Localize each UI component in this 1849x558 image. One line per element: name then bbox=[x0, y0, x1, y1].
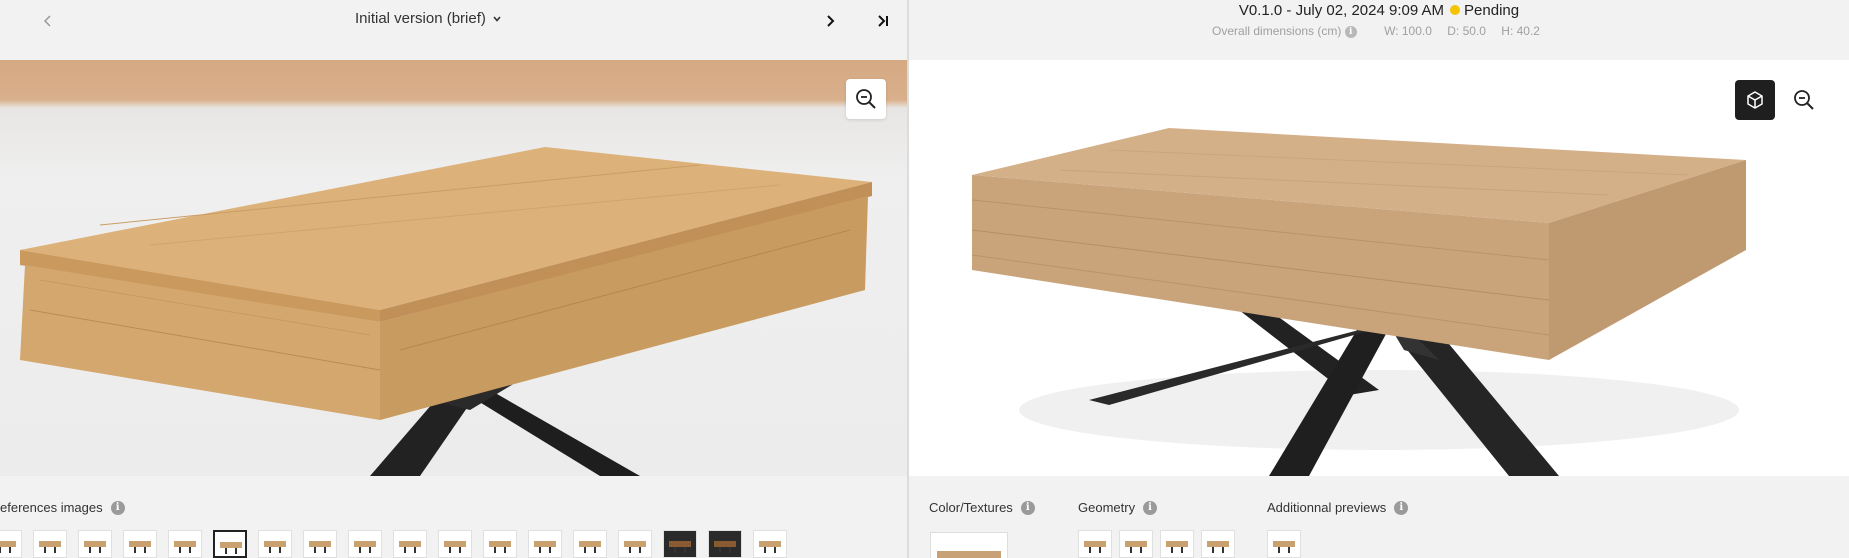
last-button[interactable] bbox=[870, 8, 896, 34]
zoom-out-icon bbox=[856, 89, 876, 109]
dimensions-info: Overall dimensions (cm) i W: 100.0 D: 50… bbox=[909, 24, 1849, 38]
reference-thumbnail[interactable] bbox=[393, 530, 427, 558]
geometry-label: Geometry bbox=[1078, 500, 1136, 515]
reference-thumbnail[interactable] bbox=[438, 530, 472, 558]
model-viewer[interactable] bbox=[909, 60, 1849, 476]
status-badge: Pending bbox=[1464, 2, 1520, 19]
reference-thumbnail[interactable] bbox=[33, 530, 67, 558]
chevron-down-icon bbox=[493, 15, 501, 22]
geometry-thumbnail[interactable] bbox=[1119, 530, 1153, 558]
reference-toolbar: Initial version (brief) bbox=[0, 0, 907, 60]
geometry-thumbnail[interactable] bbox=[1201, 530, 1235, 558]
width-value: W: 100.0 bbox=[1384, 24, 1432, 38]
geometry-section-label: Geometry i bbox=[1078, 500, 1158, 515]
reference-table-image bbox=[20, 147, 872, 476]
skip-last-icon bbox=[878, 15, 888, 27]
geometry-thumbnail[interactable] bbox=[1160, 530, 1194, 558]
geometry-thumbnail[interactable] bbox=[1078, 530, 1112, 558]
reference-thumbnail[interactable] bbox=[618, 530, 652, 558]
zoom-button[interactable] bbox=[846, 79, 886, 119]
reference-thumbnail[interactable] bbox=[213, 530, 247, 558]
depth-value: D: 50.0 bbox=[1447, 24, 1486, 38]
additional-preview-thumbnail[interactable] bbox=[1267, 530, 1301, 558]
dimensions-label: Overall dimensions (cm) bbox=[1212, 24, 1342, 38]
reference-thumbnail[interactable] bbox=[753, 530, 787, 558]
zoom-out-icon bbox=[1794, 90, 1814, 110]
reference-thumbnail[interactable] bbox=[483, 530, 517, 558]
reference-thumbnail[interactable] bbox=[303, 530, 337, 558]
reference-image-viewer[interactable] bbox=[0, 60, 907, 476]
info-icon[interactable]: i bbox=[1394, 500, 1409, 515]
reference-thumbnail[interactable] bbox=[258, 530, 292, 558]
previous-button[interactable] bbox=[35, 8, 61, 34]
version-dropdown-label: Initial version (brief) bbox=[355, 10, 486, 27]
additional-previews-section-label: Additionnal previews i bbox=[1267, 500, 1409, 515]
additional-previews-label: Additionnal previews bbox=[1267, 500, 1387, 515]
references-label-text: eferences images bbox=[0, 500, 103, 515]
cube-icon bbox=[1747, 91, 1763, 109]
version-text: V0.1.0 - July 02, 2024 9:09 AM bbox=[1238, 2, 1445, 19]
reference-thumbnail[interactable] bbox=[168, 530, 202, 558]
texture-preview bbox=[937, 551, 1001, 558]
reference-thumbnail[interactable] bbox=[573, 530, 607, 558]
version-dropdown[interactable]: Initial version (brief) bbox=[355, 10, 502, 27]
reference-thumbnail[interactable] bbox=[78, 530, 112, 558]
status-dot bbox=[1450, 5, 1461, 16]
reference-panel: Initial version (brief) eferences images… bbox=[0, 0, 907, 558]
reference-thumbnail[interactable] bbox=[0, 530, 22, 558]
version-info: V0.1.0 - July 02, 2024 9:09 AM Pending bbox=[909, 2, 1849, 19]
reference-thumbnail[interactable] bbox=[348, 530, 382, 558]
color-textures-section-label: Color/Textures i bbox=[929, 500, 1035, 515]
reference-thumbnail[interactable] bbox=[528, 530, 562, 558]
info-icon[interactable]: i bbox=[1344, 25, 1357, 38]
info-icon[interactable]: i bbox=[110, 500, 125, 515]
chevron-left-icon bbox=[43, 15, 51, 27]
color-textures-label: Color/Textures bbox=[929, 500, 1013, 515]
reference-thumbnail[interactable] bbox=[663, 530, 697, 558]
color-texture-swatch[interactable] bbox=[930, 532, 1008, 558]
chevron-right-icon bbox=[827, 15, 835, 27]
next-button[interactable] bbox=[817, 8, 843, 34]
info-icon[interactable]: i bbox=[1143, 500, 1158, 515]
model-panel: V0.1.0 - July 02, 2024 9:09 AM Pending Ov… bbox=[909, 0, 1849, 558]
model-table-render bbox=[971, 128, 1746, 476]
3d-view-button[interactable] bbox=[1735, 80, 1775, 120]
reference-thumbnail[interactable] bbox=[708, 530, 742, 558]
info-icon[interactable]: i bbox=[1020, 500, 1035, 515]
zoom-button[interactable] bbox=[1784, 80, 1824, 120]
reference-thumbnail[interactable] bbox=[123, 530, 157, 558]
model-header: V0.1.0 - July 02, 2024 9:09 AM Pending Ov… bbox=[909, 0, 1849, 60]
height-value: H: 40.2 bbox=[1501, 24, 1540, 38]
references-section-label: eferences images i bbox=[0, 500, 125, 515]
